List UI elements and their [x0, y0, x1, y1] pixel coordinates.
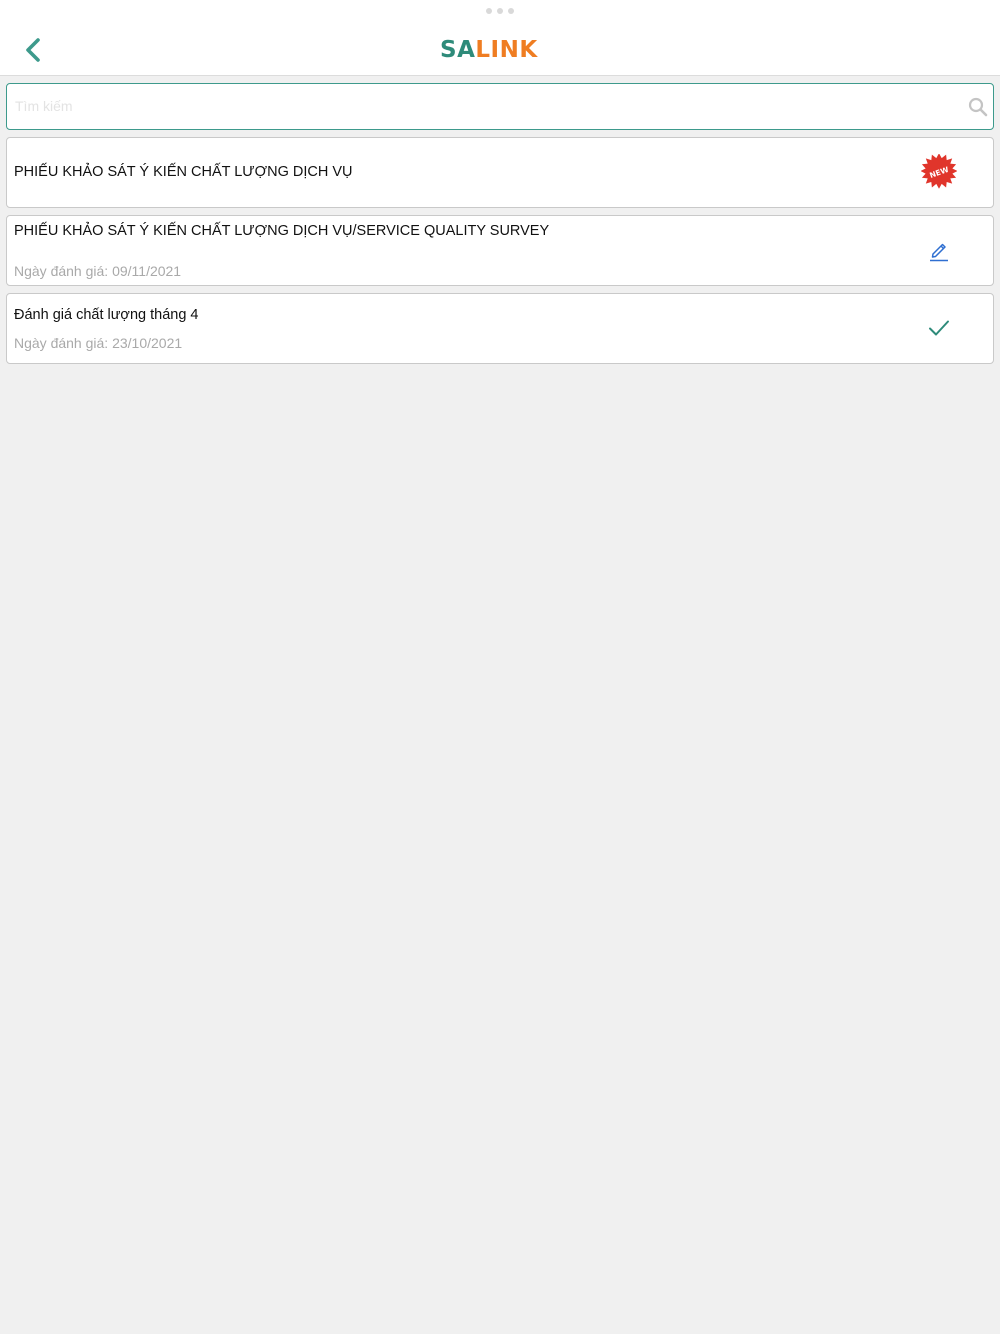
survey-title: Đánh giá chất lượng tháng 4: [14, 307, 199, 323]
survey-title: PHIẾU KHẢO SÁT Ý KIẾN CHẤT LƯỢNG DỊCH VỤ: [14, 164, 353, 180]
pencil-edit-icon[interactable]: [921, 232, 957, 268]
survey-list-item[interactable]: PHIẾU KHẢO SÁT Ý KIẾN CHẤT LƯỢNG DỊCH VỤ…: [6, 137, 994, 208]
survey-list-item[interactable]: Đánh giá chất lượng tháng 4 Ngày đánh gi…: [6, 293, 994, 364]
app-logo: SALINK: [440, 36, 560, 64]
survey-date: Ngày đánh giá: 09/11/2021: [14, 263, 182, 279]
drag-handle-dots[interactable]: [486, 8, 514, 14]
logo-sa-text: SA: [440, 37, 476, 63]
search-bar: [6, 83, 994, 130]
new-badge-icon: NEW: [921, 154, 957, 190]
survey-list-item[interactable]: PHIẾU KHẢO SÁT Ý KIẾN CHẤT LƯỢNG DỊCH VỤ…: [6, 215, 994, 286]
search-icon[interactable]: [968, 97, 988, 117]
search-input[interactable]: [7, 84, 947, 128]
back-button[interactable]: [18, 32, 48, 68]
survey-title: PHIẾU KHẢO SÁT Ý KIẾN CHẤT LƯỢNG DỊCH VỤ…: [14, 223, 550, 239]
logo-link-text: LINK: [475, 37, 538, 63]
chevron-left-icon: [26, 38, 40, 62]
survey-date: Ngày đánh giá: 23/10/2021: [14, 335, 183, 351]
checkmark-icon: [921, 310, 957, 346]
top-bar: SALINK: [0, 0, 1000, 76]
